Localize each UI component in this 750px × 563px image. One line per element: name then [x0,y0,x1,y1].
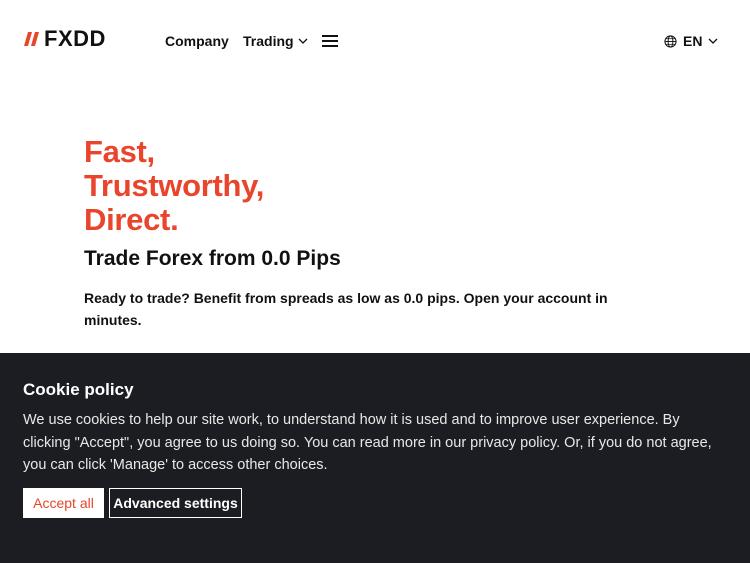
hero-title-line: Direct. [84,202,179,237]
cookie-banner: Cookie policy We use cookies to help our… [0,353,750,563]
logo-text: FXDD [44,26,106,51]
chevron-down-icon [298,38,308,44]
hamburger-menu-icon[interactable] [322,35,338,47]
hero-subtitle: Trade Forex from 0.0 Pips [84,247,341,270]
hero-title-line: Trustworthy, [84,168,265,203]
globe-icon [664,34,677,48]
language-label: EN [683,33,703,49]
fxdd-logo[interactable]: FXDD [24,28,106,50]
advanced-settings-button[interactable]: Advanced settings [109,488,242,518]
cookie-title: Cookie policy [23,380,134,399]
cookie-text: We use cookies to help our site work, to… [23,412,712,473]
site-header: FXDD Company Trading EN [0,0,750,82]
hero-title: Fast, Trustworthy, Direct. [84,135,264,237]
nav-trading-label: Trading [243,33,294,49]
hero-title-line: Fast, [84,134,155,169]
nav-trading[interactable]: Trading [243,33,308,49]
chevron-down-icon [708,38,718,44]
language-selector[interactable]: EN [664,33,718,49]
accept-all-button[interactable]: Accept all [23,488,104,518]
page: FXDD Company Trading EN Fast, Trustworth… [0,0,750,563]
fxdd-slashes-logo-icon [24,32,39,46]
nav-company[interactable]: Company [165,33,229,49]
hero-description: Ready to trade? Benefit from spreads as … [84,290,608,328]
